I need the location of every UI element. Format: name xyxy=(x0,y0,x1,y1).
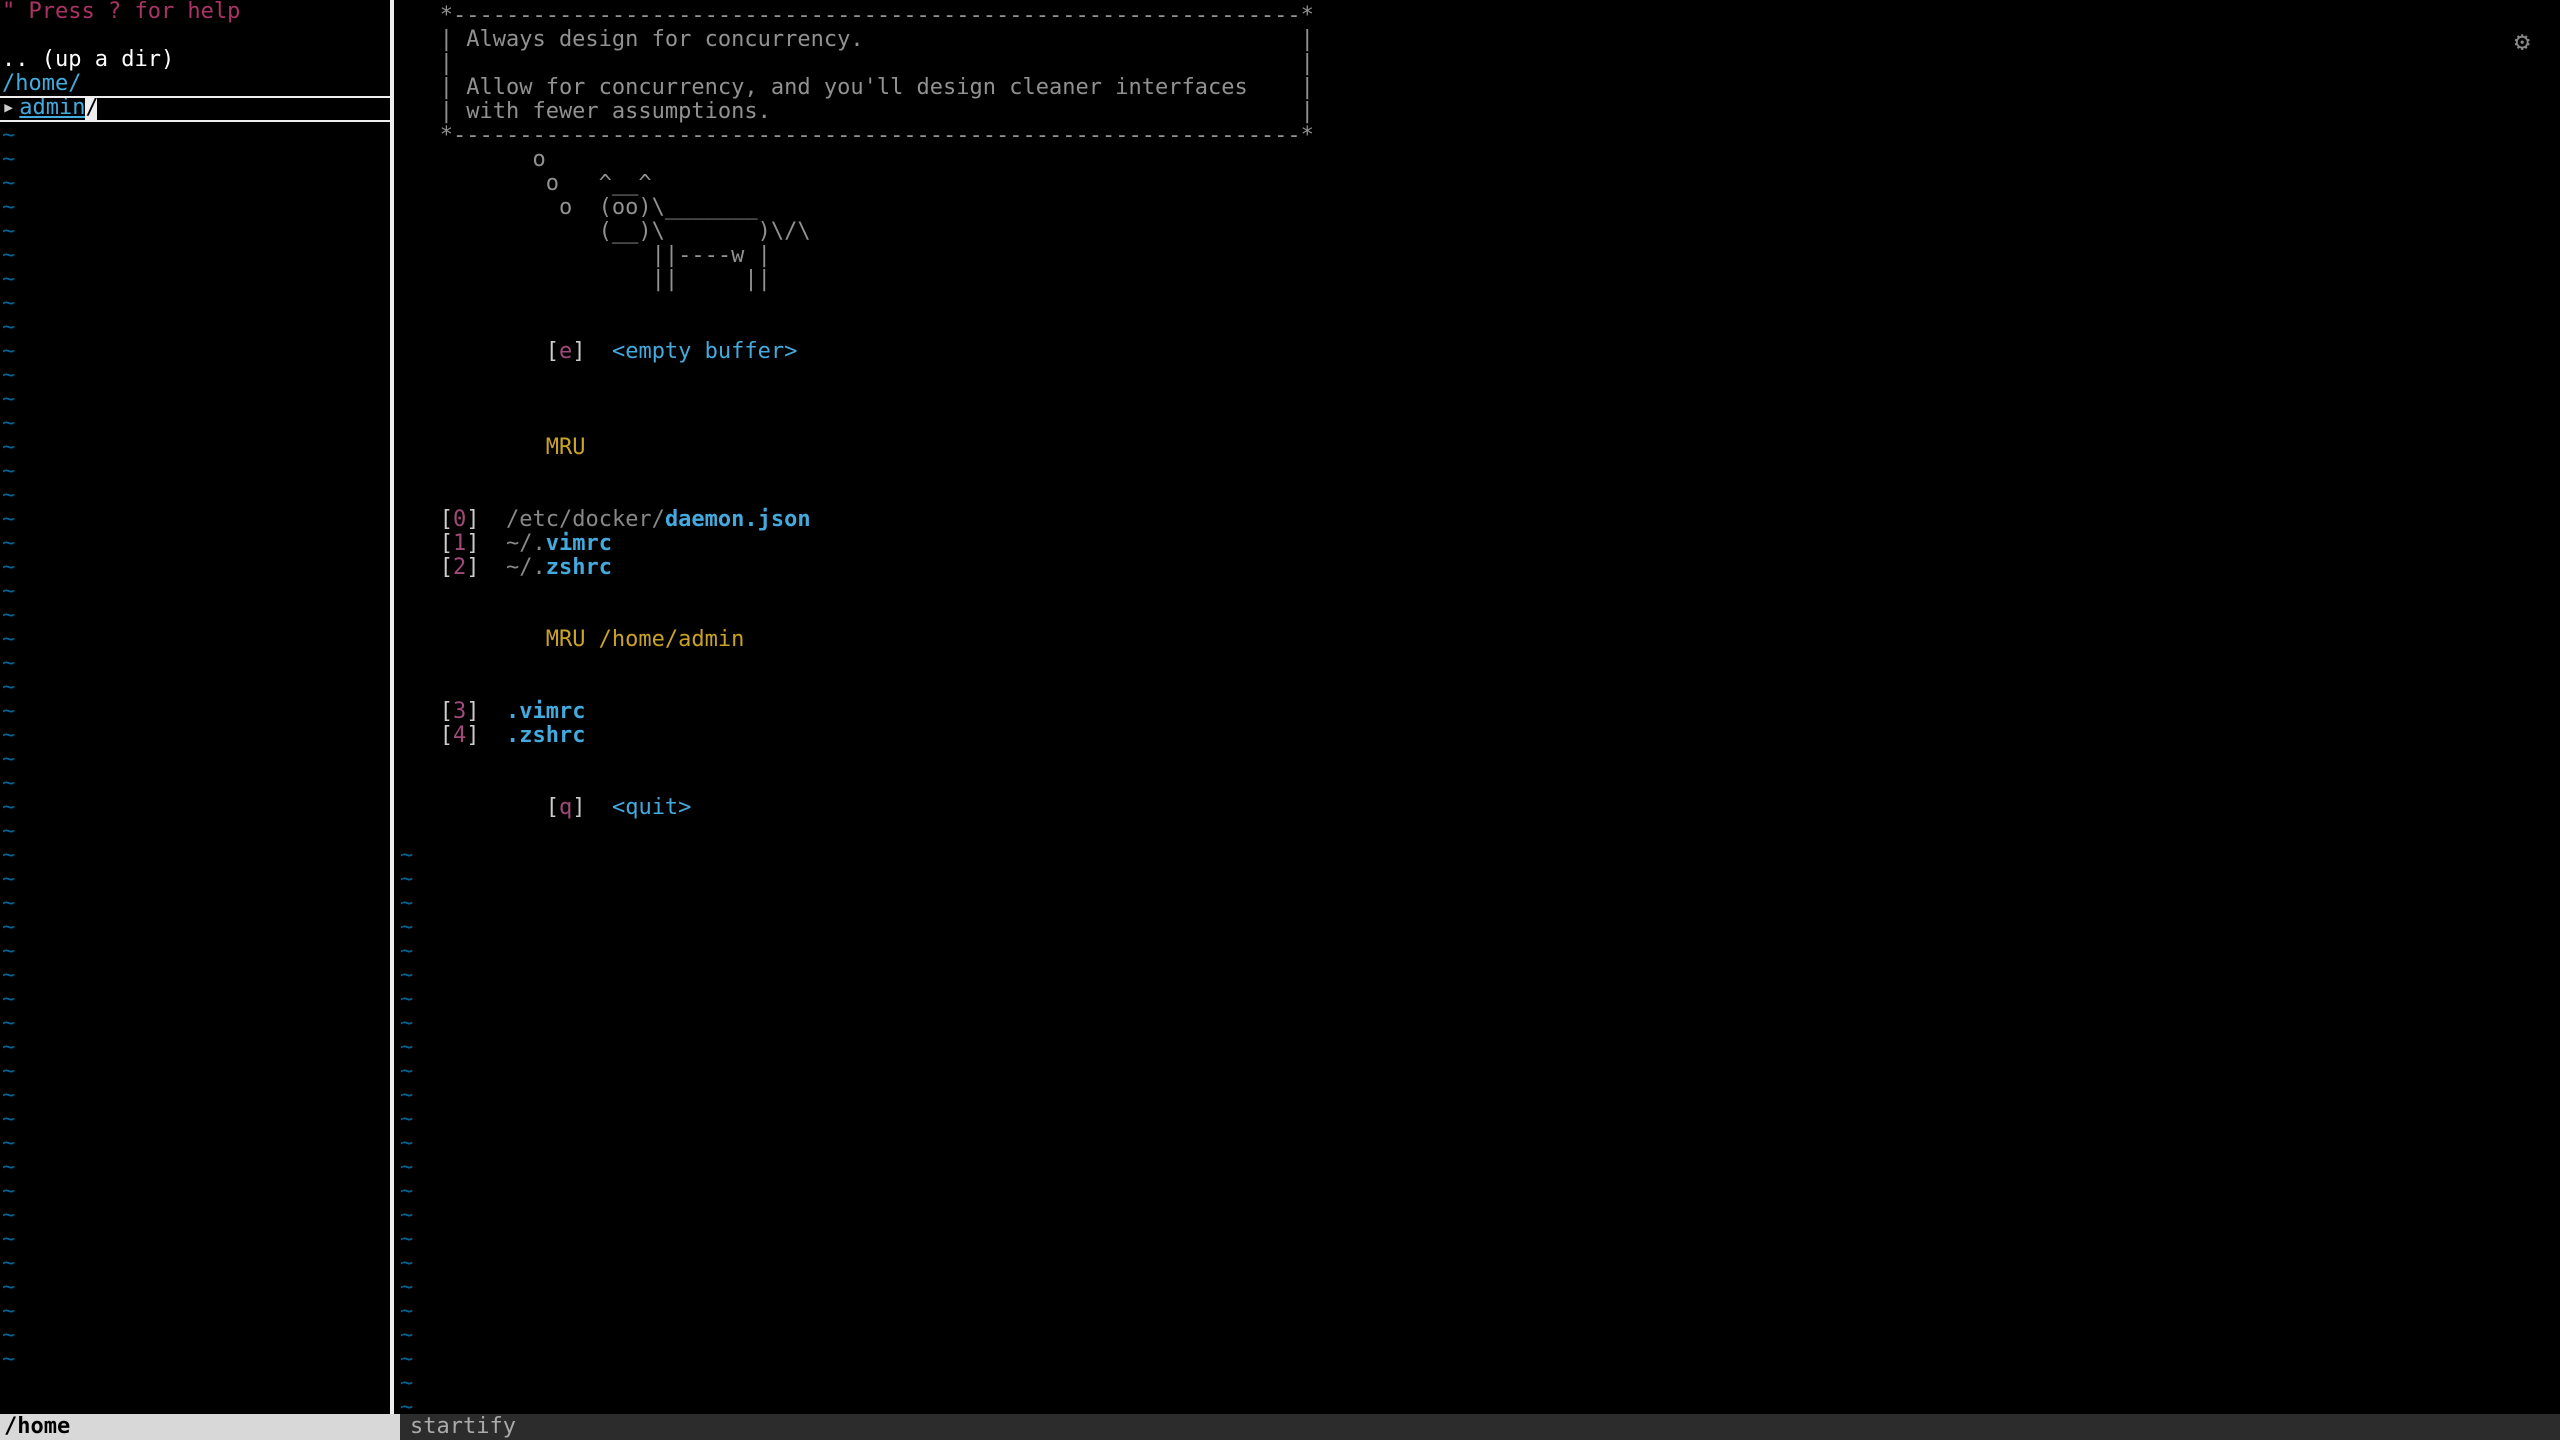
key-e: e xyxy=(559,339,572,364)
up-a-dir[interactable]: .. (up a dir) xyxy=(0,48,390,72)
current-path: /home/ xyxy=(0,72,390,96)
folder-name: admin xyxy=(19,96,85,120)
mru-section-header: MRU xyxy=(400,412,2560,484)
empty-buffer-label: <empty buffer> xyxy=(612,339,797,364)
nerdtree-pane[interactable]: " Press ? for help .. (up a dir) /home/ … xyxy=(0,0,392,1414)
status-left: /home xyxy=(0,1414,400,1440)
mru-cwd-item[interactable]: [4] .zshrc xyxy=(400,724,2560,748)
mru-cwd-list: [3] .vimrc [4] .zshrc xyxy=(400,700,2560,748)
cursor-block: / xyxy=(85,96,97,120)
tree-entry-admin[interactable]: ▸ admin/ xyxy=(0,96,390,120)
right-tilde-fill: ~~~~~~~~~~~~~~~~~~~~~~~~~~~~~~ xyxy=(400,844,2560,1414)
help-hint: " Press ? for help xyxy=(0,0,390,24)
status-right: startify xyxy=(400,1414,2560,1440)
mru-list: [0] /etc/docker/daemon.json [1] ~/.vimrc… xyxy=(400,508,2560,580)
key-q: q xyxy=(559,795,572,820)
cowsay-art: o o ^__^ o (oo)\_______ (__)\ )\/\ ||---… xyxy=(400,148,2560,292)
quit-entry[interactable]: [q] <quit> xyxy=(400,772,2560,844)
left-tilde-fill: ~~~~~~~~~~~~~~~~~~~~~~~~~~~~~~~~~~~~~~~~… xyxy=(0,124,390,1414)
gear-icon[interactable]: ⚙ xyxy=(2514,30,2530,54)
blank-line xyxy=(0,24,390,48)
split-panes: " Press ? for help .. (up a dir) /home/ … xyxy=(0,0,2560,1414)
vim-window: " Press ? for help .. (up a dir) /home/ … xyxy=(0,0,2560,1440)
mru-item[interactable]: [1] ~/.vimrc xyxy=(400,532,2560,556)
mru-item[interactable]: [0] /etc/docker/daemon.json xyxy=(400,508,2560,532)
startify-pane[interactable]: ⚙ *-------------------------------------… xyxy=(392,0,2560,1414)
tree-arrow-icon: ▸ xyxy=(2,96,15,120)
fortune-box: *---------------------------------------… xyxy=(400,4,2560,148)
empty-buffer-entry[interactable]: [e] <empty buffer> xyxy=(400,316,2560,388)
mru-item[interactable]: [2] ~/.zshrc xyxy=(400,556,2560,580)
mru-cwd-section-header: MRU /home/admin xyxy=(400,604,2560,676)
status-bar: /home startify xyxy=(0,1414,2560,1440)
mru-cwd-item[interactable]: [3] .vimrc xyxy=(400,700,2560,724)
quit-label: <quit> xyxy=(612,795,691,820)
